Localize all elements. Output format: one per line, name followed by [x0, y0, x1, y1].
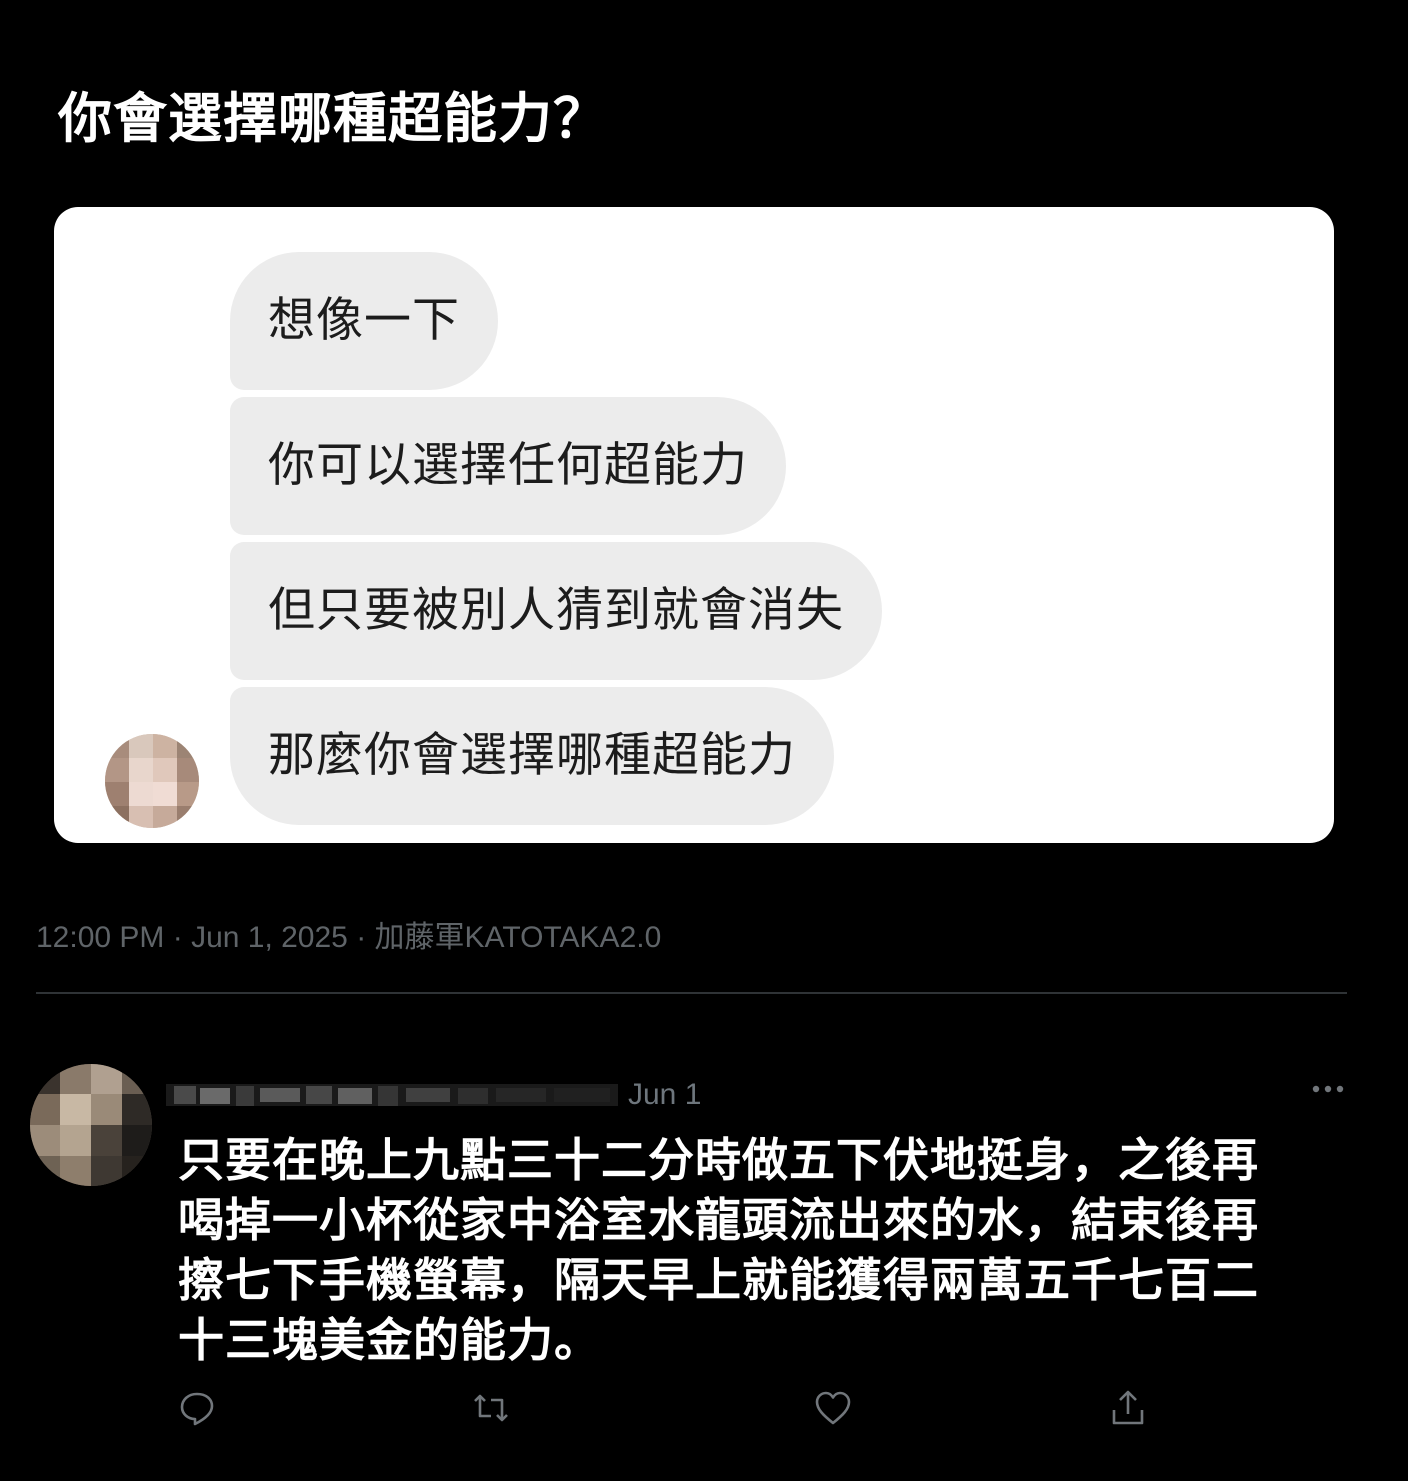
chat-bubble: 那麼你會選擇哪種超能力: [230, 687, 834, 825]
reply-author-avatar[interactable]: [30, 1064, 152, 1186]
reply-text-line: 喝掉一小杯從家中浴室水龍頭流出來的水，結束後再: [178, 1193, 1259, 1247]
reply-text: 只要在晚上九點三十二分時做五下伏地挺身，之後再 喝掉一小杯從家中浴室水龍頭流出來…: [178, 1130, 1318, 1370]
reply-date[interactable]: Jun 1: [628, 1078, 701, 1112]
reply-author-name-blurred[interactable]: [166, 1080, 618, 1110]
reply-text-line: 只要在晚上九點三十二分時做五下伏地挺身，之後再: [178, 1133, 1259, 1187]
heart-icon: [815, 1391, 851, 1425]
reply-text-line: 十三塊美金的能力。: [178, 1313, 601, 1367]
chat-bubble: 你可以選擇任何超能力: [230, 397, 786, 535]
blurred-avatar-image: [105, 734, 199, 828]
blurred-name-image: [166, 1084, 618, 1106]
chat-screenshot-card: 想像一下 你可以選擇任何超能力 但只要被別人猜到就會消失 那麼你會選擇哪種超能力: [54, 207, 1334, 843]
chat-bubble: 想像一下: [230, 252, 498, 390]
reply-text-line: 擦七下手機螢幕，隔天早上就能獲得兩萬五千七百二: [178, 1253, 1259, 1307]
retweet-icon: [474, 1394, 508, 1422]
blurred-avatar-image: [30, 1064, 152, 1186]
post-title: 你會選擇哪種超能力？: [58, 87, 608, 150]
like-button[interactable]: [813, 1388, 853, 1428]
chat-bubble: 但只要被別人猜到就會消失: [230, 542, 882, 680]
reply-icon: [180, 1392, 214, 1426]
share-button[interactable]: [1108, 1388, 1148, 1428]
divider: [36, 992, 1347, 994]
chat-sender-avatar: [105, 734, 199, 828]
more-icon[interactable]: [1308, 1074, 1348, 1104]
reply-button[interactable]: [177, 1388, 217, 1428]
tweet-timestamp-source: 12:00 PM · Jun 1, 2025 · 加藤軍KATOTAKA2.0: [36, 921, 662, 954]
retweet-button[interactable]: [471, 1388, 511, 1428]
share-icon: [1112, 1390, 1144, 1425]
